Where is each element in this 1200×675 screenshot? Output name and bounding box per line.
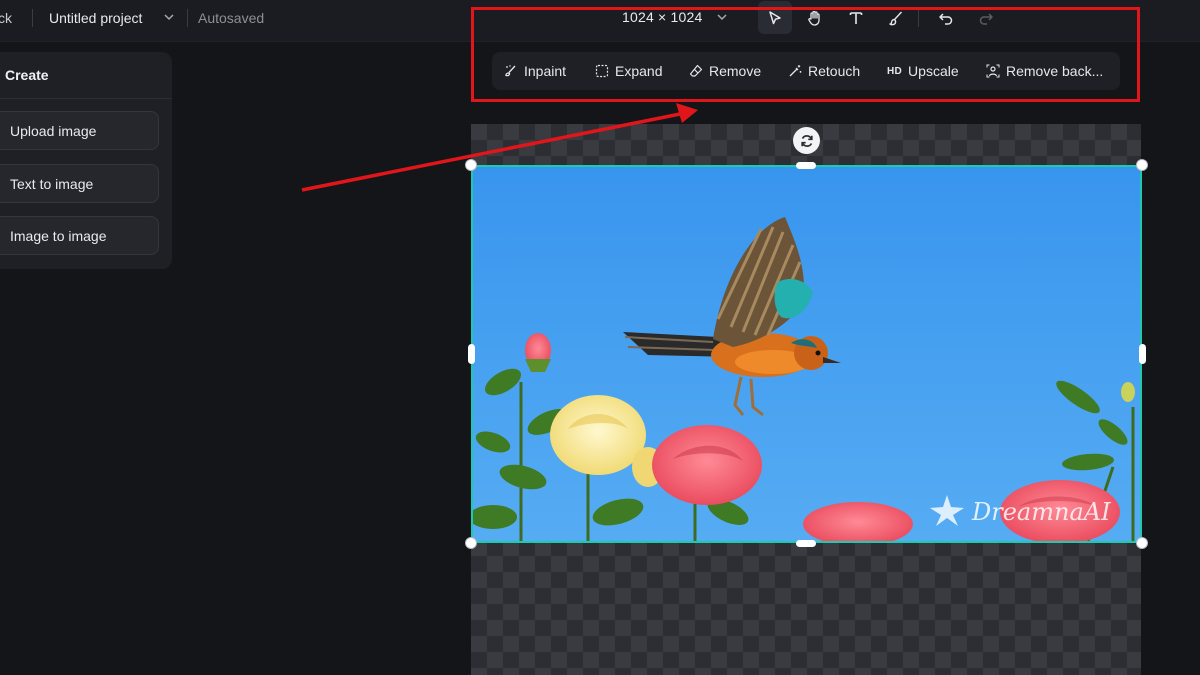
back-link[interactable]: ck: [0, 10, 12, 26]
watermark-text: DreamnaAI: [972, 498, 1111, 526]
panel-title: Create: [5, 67, 49, 83]
chevron-down-icon[interactable]: [162, 10, 176, 24]
divider: [32, 9, 33, 27]
dreamina-logo-icon: [928, 493, 966, 527]
resize-handle-right[interactable]: [1139, 344, 1146, 364]
selected-image[interactable]: [471, 165, 1142, 543]
upload-image-button[interactable]: Upload image: [0, 111, 159, 150]
resize-handle-bottom-right[interactable]: [1136, 537, 1148, 549]
app-window: ck Untitled project Autosaved 1024 × 102…: [0, 0, 1200, 675]
annotation-highlight-box: [471, 7, 1140, 102]
resize-handle-top[interactable]: [796, 162, 816, 169]
create-panel: Create Upload image Text to image Image …: [0, 52, 172, 269]
save-status: Autosaved: [198, 10, 265, 26]
divider: [187, 9, 188, 27]
resize-handle-top-left[interactable]: [465, 159, 477, 171]
resize-handle-left[interactable]: [468, 344, 475, 364]
rotate-icon: [800, 134, 813, 147]
project-name[interactable]: Untitled project: [49, 10, 142, 26]
image-to-image-button[interactable]: Image to image: [0, 216, 159, 255]
divider: [0, 98, 172, 99]
resize-handle-top-right[interactable]: [1136, 159, 1148, 171]
resize-handle-bottom[interactable]: [796, 540, 816, 547]
resize-handle-bottom-left[interactable]: [465, 537, 477, 549]
rotate-handle[interactable]: [793, 127, 820, 154]
bird-and-roses-image: [473, 167, 1140, 541]
text-to-image-button[interactable]: Text to image: [0, 164, 159, 203]
